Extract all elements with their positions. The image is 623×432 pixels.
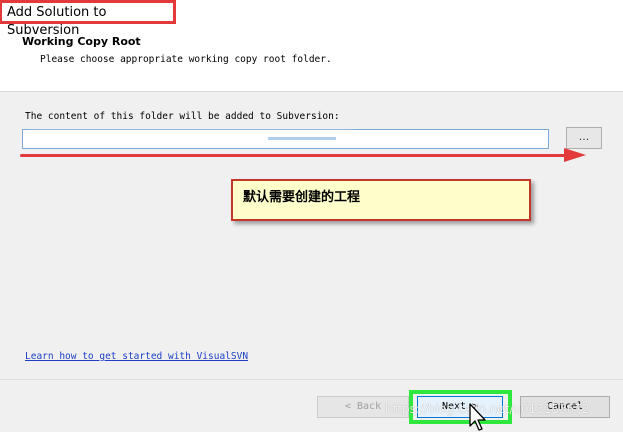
annotation-arrow-head-icon [564,148,586,162]
help-link[interactable]: Learn how to get started with VisualSVN [25,351,248,362]
pointer-cursor-icon [469,403,486,431]
folder-label: The content of this folder will be added… [25,111,340,122]
text-selection-hint [268,137,336,140]
page-title: Working Copy Root [22,35,141,48]
annotation-note: 默认需要创建的工程 [231,179,531,221]
page-subtitle: Please choose appropriate working copy r… [40,54,332,65]
browse-button[interactable]: ... [566,127,602,149]
window-title-bar: Add Solution to Subversion [0,0,176,38]
annotation-arrow-line [20,154,568,157]
